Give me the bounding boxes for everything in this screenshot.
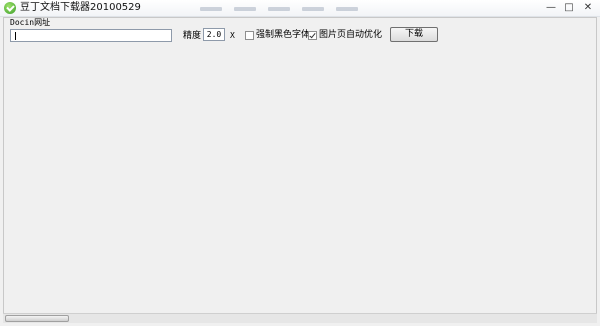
- background-window-menu: [200, 7, 390, 13]
- text-caret: [15, 32, 16, 40]
- download-button[interactable]: 下载: [390, 27, 438, 42]
- horizontal-scrollbar[interactable]: [3, 313, 597, 323]
- app-icon: [4, 2, 16, 14]
- force-black-font-label[interactable]: 强制黑色字体: [256, 30, 310, 40]
- precision-label: 精度: [183, 31, 202, 41]
- times-label: X: [230, 31, 235, 40]
- force-black-font-checkbox[interactable]: [245, 31, 254, 40]
- url-input[interactable]: [10, 29, 172, 42]
- minimize-button[interactable]: —: [544, 2, 558, 14]
- client-area: Docin网址 精度 2.0 X 强制黑色字体 图片页自动优化 下载: [3, 17, 597, 323]
- image-page-optimize-checkbox[interactable]: [308, 31, 317, 40]
- scrollbar-thumb[interactable]: [5, 315, 69, 322]
- precision-input[interactable]: 2.0: [203, 28, 225, 41]
- close-button[interactable]: ✕: [581, 2, 595, 14]
- url-label: Docin网址: [10, 18, 51, 27]
- maximize-button[interactable]: □: [562, 2, 576, 14]
- window-title: 豆丁文档下载器20100529: [20, 2, 141, 13]
- image-page-optimize-label[interactable]: 图片页自动优化: [319, 30, 382, 40]
- app-window: 豆丁文档下载器20100529 — □ ✕ Docin网址 精度 2.0 X 强…: [0, 0, 600, 326]
- title-bar: 豆丁文档下载器20100529 — □ ✕: [0, 0, 600, 17]
